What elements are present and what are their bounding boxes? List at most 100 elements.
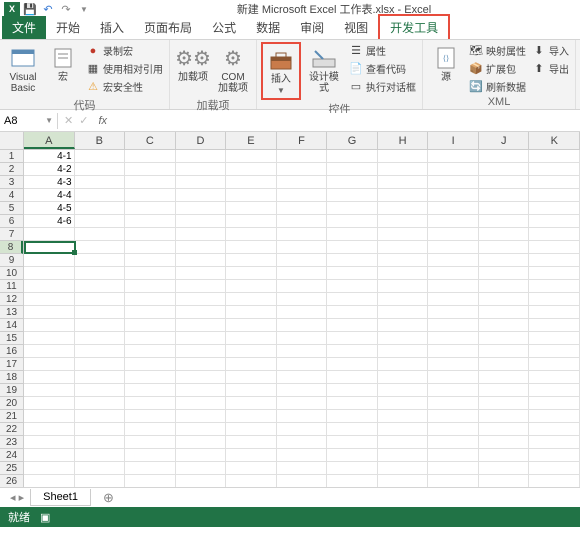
cell[interactable] — [378, 267, 429, 280]
cell[interactable] — [327, 449, 378, 462]
cell[interactable] — [479, 189, 530, 202]
name-box[interactable]: A8▼ — [0, 113, 58, 129]
cell[interactable] — [529, 384, 580, 397]
cell[interactable] — [125, 397, 176, 410]
cell[interactable] — [75, 306, 126, 319]
cell[interactable] — [176, 306, 227, 319]
row-header[interactable]: 2 — [0, 163, 23, 176]
cell[interactable] — [277, 436, 328, 449]
cell[interactable] — [529, 410, 580, 423]
cell[interactable] — [24, 423, 75, 436]
row-header[interactable]: 12 — [0, 293, 23, 306]
cell[interactable]: 4-2 — [24, 163, 75, 176]
cell[interactable] — [24, 397, 75, 410]
cell[interactable] — [226, 215, 277, 228]
cell[interactable] — [75, 280, 126, 293]
cell[interactable] — [277, 280, 328, 293]
cell[interactable] — [75, 189, 126, 202]
cell[interactable] — [176, 150, 227, 163]
cell[interactable]: 4-4 — [24, 189, 75, 202]
tab-view[interactable]: 视图 — [334, 16, 378, 39]
cell[interactable] — [75, 358, 126, 371]
cell[interactable] — [327, 462, 378, 475]
cell[interactable] — [226, 371, 277, 384]
cell[interactable] — [125, 150, 176, 163]
column-header[interactable]: C — [125, 132, 176, 149]
row-header[interactable]: 7 — [0, 228, 23, 241]
cell[interactable] — [378, 176, 429, 189]
cell[interactable] — [226, 462, 277, 475]
cell[interactable] — [24, 345, 75, 358]
cell[interactable]: 4-3 — [24, 176, 75, 189]
cell[interactable] — [277, 319, 328, 332]
sheet-nav[interactable]: ◂ ▸ — [10, 491, 24, 504]
cell[interactable] — [226, 306, 277, 319]
cell[interactable] — [428, 176, 479, 189]
cell[interactable] — [176, 202, 227, 215]
cell[interactable] — [529, 371, 580, 384]
cell[interactable] — [24, 280, 75, 293]
cell[interactable] — [529, 215, 580, 228]
cell[interactable] — [479, 384, 530, 397]
cell[interactable] — [327, 319, 378, 332]
cell[interactable] — [327, 332, 378, 345]
cell[interactable] — [176, 332, 227, 345]
cell[interactable] — [226, 176, 277, 189]
cell[interactable] — [176, 215, 227, 228]
expansion-button[interactable]: 📦扩展包 — [467, 60, 528, 77]
cell[interactable] — [479, 449, 530, 462]
cell[interactable] — [378, 449, 429, 462]
sheet-tab[interactable]: Sheet1 — [30, 489, 91, 506]
cell[interactable] — [378, 319, 429, 332]
cell[interactable] — [24, 254, 75, 267]
cell[interactable] — [428, 332, 479, 345]
cell[interactable] — [125, 423, 176, 436]
cell[interactable] — [378, 150, 429, 163]
cell[interactable] — [226, 280, 277, 293]
cell[interactable] — [226, 319, 277, 332]
row-header[interactable]: 24 — [0, 449, 23, 462]
cell[interactable] — [75, 436, 126, 449]
cell[interactable] — [378, 215, 429, 228]
cell[interactable] — [277, 241, 328, 254]
cell[interactable] — [327, 189, 378, 202]
cell[interactable] — [226, 358, 277, 371]
cell[interactable] — [277, 150, 328, 163]
row-header[interactable]: 3 — [0, 176, 23, 189]
cell[interactable] — [479, 397, 530, 410]
row-header[interactable]: 1 — [0, 150, 23, 163]
cell[interactable] — [24, 436, 75, 449]
enter-icon[interactable]: ✓ — [79, 114, 88, 127]
column-header[interactable]: J — [479, 132, 530, 149]
cell[interactable] — [529, 163, 580, 176]
tab-data[interactable]: 数据 — [246, 16, 290, 39]
row-header[interactable]: 20 — [0, 397, 23, 410]
cell[interactable] — [226, 267, 277, 280]
cell[interactable] — [226, 293, 277, 306]
cell[interactable] — [327, 410, 378, 423]
cell[interactable] — [378, 475, 429, 487]
cell[interactable] — [378, 241, 429, 254]
cell[interactable] — [176, 228, 227, 241]
cell[interactable] — [125, 241, 176, 254]
cell[interactable] — [378, 280, 429, 293]
row-header[interactable]: 21 — [0, 410, 23, 423]
column-header[interactable]: B — [75, 132, 126, 149]
cell[interactable] — [277, 423, 328, 436]
cell[interactable] — [176, 189, 227, 202]
cell[interactable] — [176, 449, 227, 462]
column-header[interactable]: G — [327, 132, 378, 149]
cell[interactable] — [226, 254, 277, 267]
cell[interactable] — [378, 189, 429, 202]
cell[interactable] — [226, 189, 277, 202]
cell[interactable] — [75, 319, 126, 332]
cell[interactable] — [176, 163, 227, 176]
cell[interactable] — [277, 397, 328, 410]
cell[interactable] — [226, 332, 277, 345]
cell[interactable] — [479, 228, 530, 241]
cell[interactable] — [277, 384, 328, 397]
cell[interactable]: 4-5 — [24, 202, 75, 215]
cell[interactable] — [176, 371, 227, 384]
cell[interactable]: 4-1 — [24, 150, 75, 163]
cell[interactable] — [529, 267, 580, 280]
